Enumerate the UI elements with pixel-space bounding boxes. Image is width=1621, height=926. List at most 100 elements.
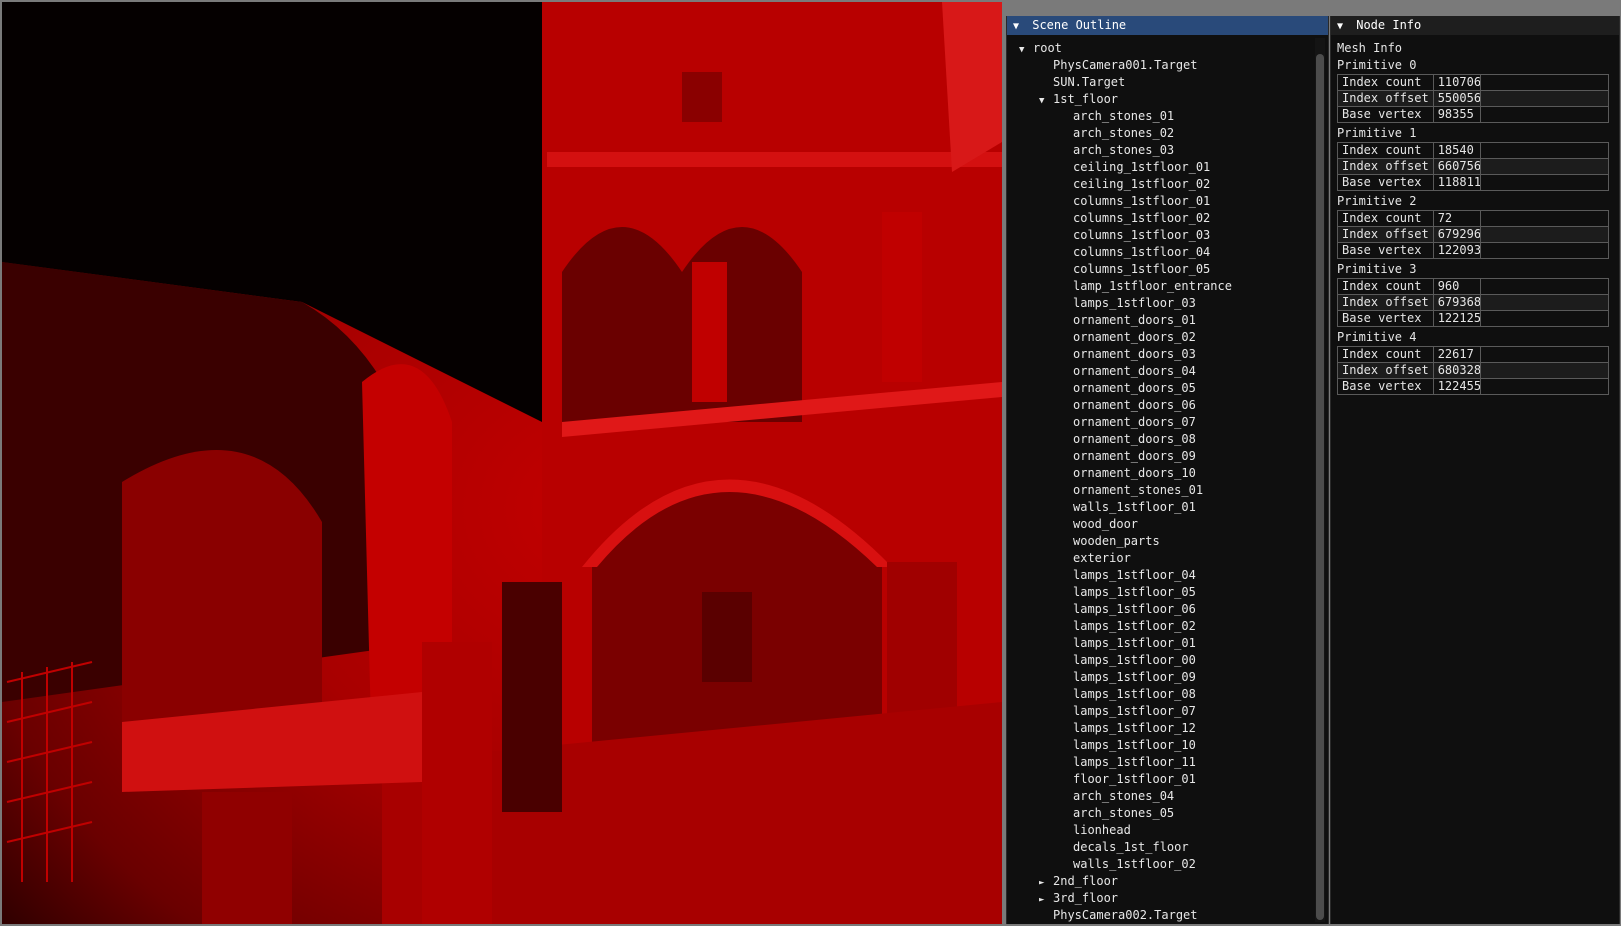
tree-node[interactable]: columns_1stfloor_02 xyxy=(1013,210,1313,227)
table-row: Base vertex 122455 xyxy=(1337,378,1610,395)
tree-node[interactable]: exterior xyxy=(1013,550,1313,567)
table-row: Base vertex 98355 xyxy=(1337,106,1610,123)
collapsed-arrow-icon[interactable]: ► xyxy=(1039,892,1053,909)
property-key: Base vertex xyxy=(1337,310,1434,327)
scene-tree: ▼ root PhysCamera001.Target SUN.Target ▼ 1st_… xyxy=(1013,40,1313,924)
tree-node-label: lamps_1stfloor_07 xyxy=(1073,704,1196,718)
property-value: 122093 xyxy=(1432,242,1481,259)
tree-node[interactable]: ► 2nd_floor xyxy=(1013,873,1313,890)
primitive-label: Primitive 2 xyxy=(1337,194,1417,208)
tree-node[interactable]: ornament_doors_10 xyxy=(1013,465,1313,482)
expanded-arrow-icon[interactable]: ▼ xyxy=(1019,42,1033,59)
node-info-header[interactable]: ▼ Node Info xyxy=(1331,16,1619,35)
collapse-triangle-icon[interactable]: ▼ xyxy=(1337,17,1349,36)
property-value: 680328 xyxy=(1432,362,1481,379)
property-key: Base vertex xyxy=(1337,378,1434,395)
table-row: Index count 18540 xyxy=(1337,142,1610,159)
scrollbar-thumb[interactable] xyxy=(1316,54,1324,920)
tree-node-label: arch_stones_03 xyxy=(1073,143,1175,157)
table-row: Base vertex 122125 xyxy=(1337,310,1610,327)
tree-node[interactable]: lamps_1stfloor_02 xyxy=(1013,618,1313,635)
tree-node-label: ornament_doors_07 xyxy=(1073,415,1196,429)
property-value: 679296 xyxy=(1432,226,1481,243)
tree-node-label: ornament_doors_08 xyxy=(1073,432,1196,446)
tree-node[interactable]: floor_1stfloor_01 xyxy=(1013,771,1313,788)
tree-node[interactable]: PhysCamera002.Target xyxy=(1013,907,1313,924)
tree-node[interactable]: ornament_doors_05 xyxy=(1013,380,1313,397)
tree-node[interactable]: ceiling_1stfloor_01 xyxy=(1013,159,1313,176)
primitive-table: Index count 110706 Index offset 550056 Base … xyxy=(1337,74,1610,123)
tree-node[interactable]: lamps_1stfloor_10 xyxy=(1013,737,1313,754)
tree-node[interactable]: ▼ 1st_floor xyxy=(1013,91,1313,108)
empty-cell xyxy=(1479,158,1610,175)
tree-node[interactable]: ceiling_1stfloor_02 xyxy=(1013,176,1313,193)
property-key: Index count xyxy=(1337,210,1434,227)
property-value: 22617 xyxy=(1432,346,1481,363)
tree-node[interactable]: walls_1stfloor_02 xyxy=(1013,856,1313,873)
tree-node-label: ornament_stones_01 xyxy=(1073,483,1204,497)
empty-cell xyxy=(1479,362,1610,379)
tree-node-label: lamps_1stfloor_01 xyxy=(1073,636,1196,650)
node-info-panel: ▼ Node Info Mesh Info Primitive 0 Index c… xyxy=(1330,16,1620,924)
tree-node[interactable]: lamps_1stfloor_11 xyxy=(1013,754,1313,771)
tree-node-label: 1st_floor xyxy=(1053,92,1119,106)
tree-node[interactable]: ornament_doors_09 xyxy=(1013,448,1313,465)
tree-node[interactable]: SUN.Target xyxy=(1013,74,1313,91)
tree-node-label: columns_1stfloor_05 xyxy=(1073,262,1211,276)
node-info-body: Mesh Info Primitive 0 Index count 110706 In… xyxy=(1337,40,1612,397)
tree-node[interactable]: lamps_1stfloor_05 xyxy=(1013,584,1313,601)
tree-node[interactable]: lionhead xyxy=(1013,822,1313,839)
tree-node[interactable]: columns_1stfloor_01 xyxy=(1013,193,1313,210)
tree-node-label: ornament_doors_01 xyxy=(1073,313,1196,327)
property-key: Index count xyxy=(1337,346,1434,363)
tree-node[interactable]: wooden_parts xyxy=(1013,533,1313,550)
tree-node[interactable]: lamps_1stfloor_07 xyxy=(1013,703,1313,720)
tree-node[interactable]: columns_1stfloor_03 xyxy=(1013,227,1313,244)
tree-node[interactable]: ornament_doors_08 xyxy=(1013,431,1313,448)
tree-node[interactable]: arch_stones_05 xyxy=(1013,805,1313,822)
property-value: 122125 xyxy=(1432,310,1481,327)
tree-node[interactable]: ▼ root xyxy=(1013,40,1313,57)
tree-node[interactable]: lamp_1stfloor_entrance xyxy=(1013,278,1313,295)
tree-node-label: wooden_parts xyxy=(1073,534,1160,548)
tree-node[interactable]: ► 3rd_floor xyxy=(1013,890,1313,907)
tree-node[interactable]: ornament_doors_06 xyxy=(1013,397,1313,414)
tree-node[interactable]: PhysCamera001.Target xyxy=(1013,57,1313,74)
tree-node[interactable]: lamps_1stfloor_09 xyxy=(1013,669,1313,686)
tree-node[interactable]: arch_stones_02 xyxy=(1013,125,1313,142)
tree-node[interactable]: ornament_doors_03 xyxy=(1013,346,1313,363)
collapse-triangle-icon[interactable]: ▼ xyxy=(1013,17,1025,36)
tree-node-label: lamps_1stfloor_12 xyxy=(1073,721,1196,735)
tree-node[interactable]: columns_1stfloor_05 xyxy=(1013,261,1313,278)
tree-node[interactable]: walls_1stfloor_01 xyxy=(1013,499,1313,516)
tree-node[interactable]: lamps_1stfloor_04 xyxy=(1013,567,1313,584)
scene-outline-header[interactable]: ▼ Scene Outline xyxy=(1007,16,1328,35)
tree-node[interactable]: lamps_1stfloor_03 xyxy=(1013,295,1313,312)
tree-node[interactable]: lamps_1stfloor_12 xyxy=(1013,720,1313,737)
tree-node[interactable]: ornament_doors_04 xyxy=(1013,363,1313,380)
tree-node-label: ornament_doors_10 xyxy=(1073,466,1196,480)
tree-node[interactable]: lamps_1stfloor_08 xyxy=(1013,686,1313,703)
tree-node[interactable]: wood_door xyxy=(1013,516,1313,533)
table-row: Index offset 679368 xyxy=(1337,294,1610,311)
tree-node[interactable]: arch_stones_01 xyxy=(1013,108,1313,125)
tree-node[interactable]: lamps_1stfloor_06 xyxy=(1013,601,1313,618)
tree-node[interactable]: decals_1st_floor xyxy=(1013,839,1313,856)
tree-node[interactable]: arch_stones_04 xyxy=(1013,788,1313,805)
tree-node[interactable]: ornament_doors_02 xyxy=(1013,329,1313,346)
expanded-arrow-icon[interactable]: ▼ xyxy=(1039,93,1053,110)
tree-node-label: ornament_doors_09 xyxy=(1073,449,1196,463)
tree-node[interactable]: ornament_doors_01 xyxy=(1013,312,1313,329)
property-value: 960 xyxy=(1432,278,1481,295)
tree-node-label: ornament_doors_06 xyxy=(1073,398,1196,412)
3d-viewport[interactable] xyxy=(2,2,1002,924)
node-info-title: Node Info xyxy=(1356,18,1422,32)
property-key: Index count xyxy=(1337,278,1434,295)
tree-node[interactable]: ornament_doors_07 xyxy=(1013,414,1313,431)
tree-node[interactable]: lamps_1stfloor_01 xyxy=(1013,635,1313,652)
scene-outline-scrollbar[interactable] xyxy=(1315,38,1325,922)
tree-node[interactable]: arch_stones_03 xyxy=(1013,142,1313,159)
tree-node[interactable]: ornament_stones_01 xyxy=(1013,482,1313,499)
tree-node[interactable]: columns_1stfloor_04 xyxy=(1013,244,1313,261)
tree-node[interactable]: lamps_1stfloor_00 xyxy=(1013,652,1313,669)
